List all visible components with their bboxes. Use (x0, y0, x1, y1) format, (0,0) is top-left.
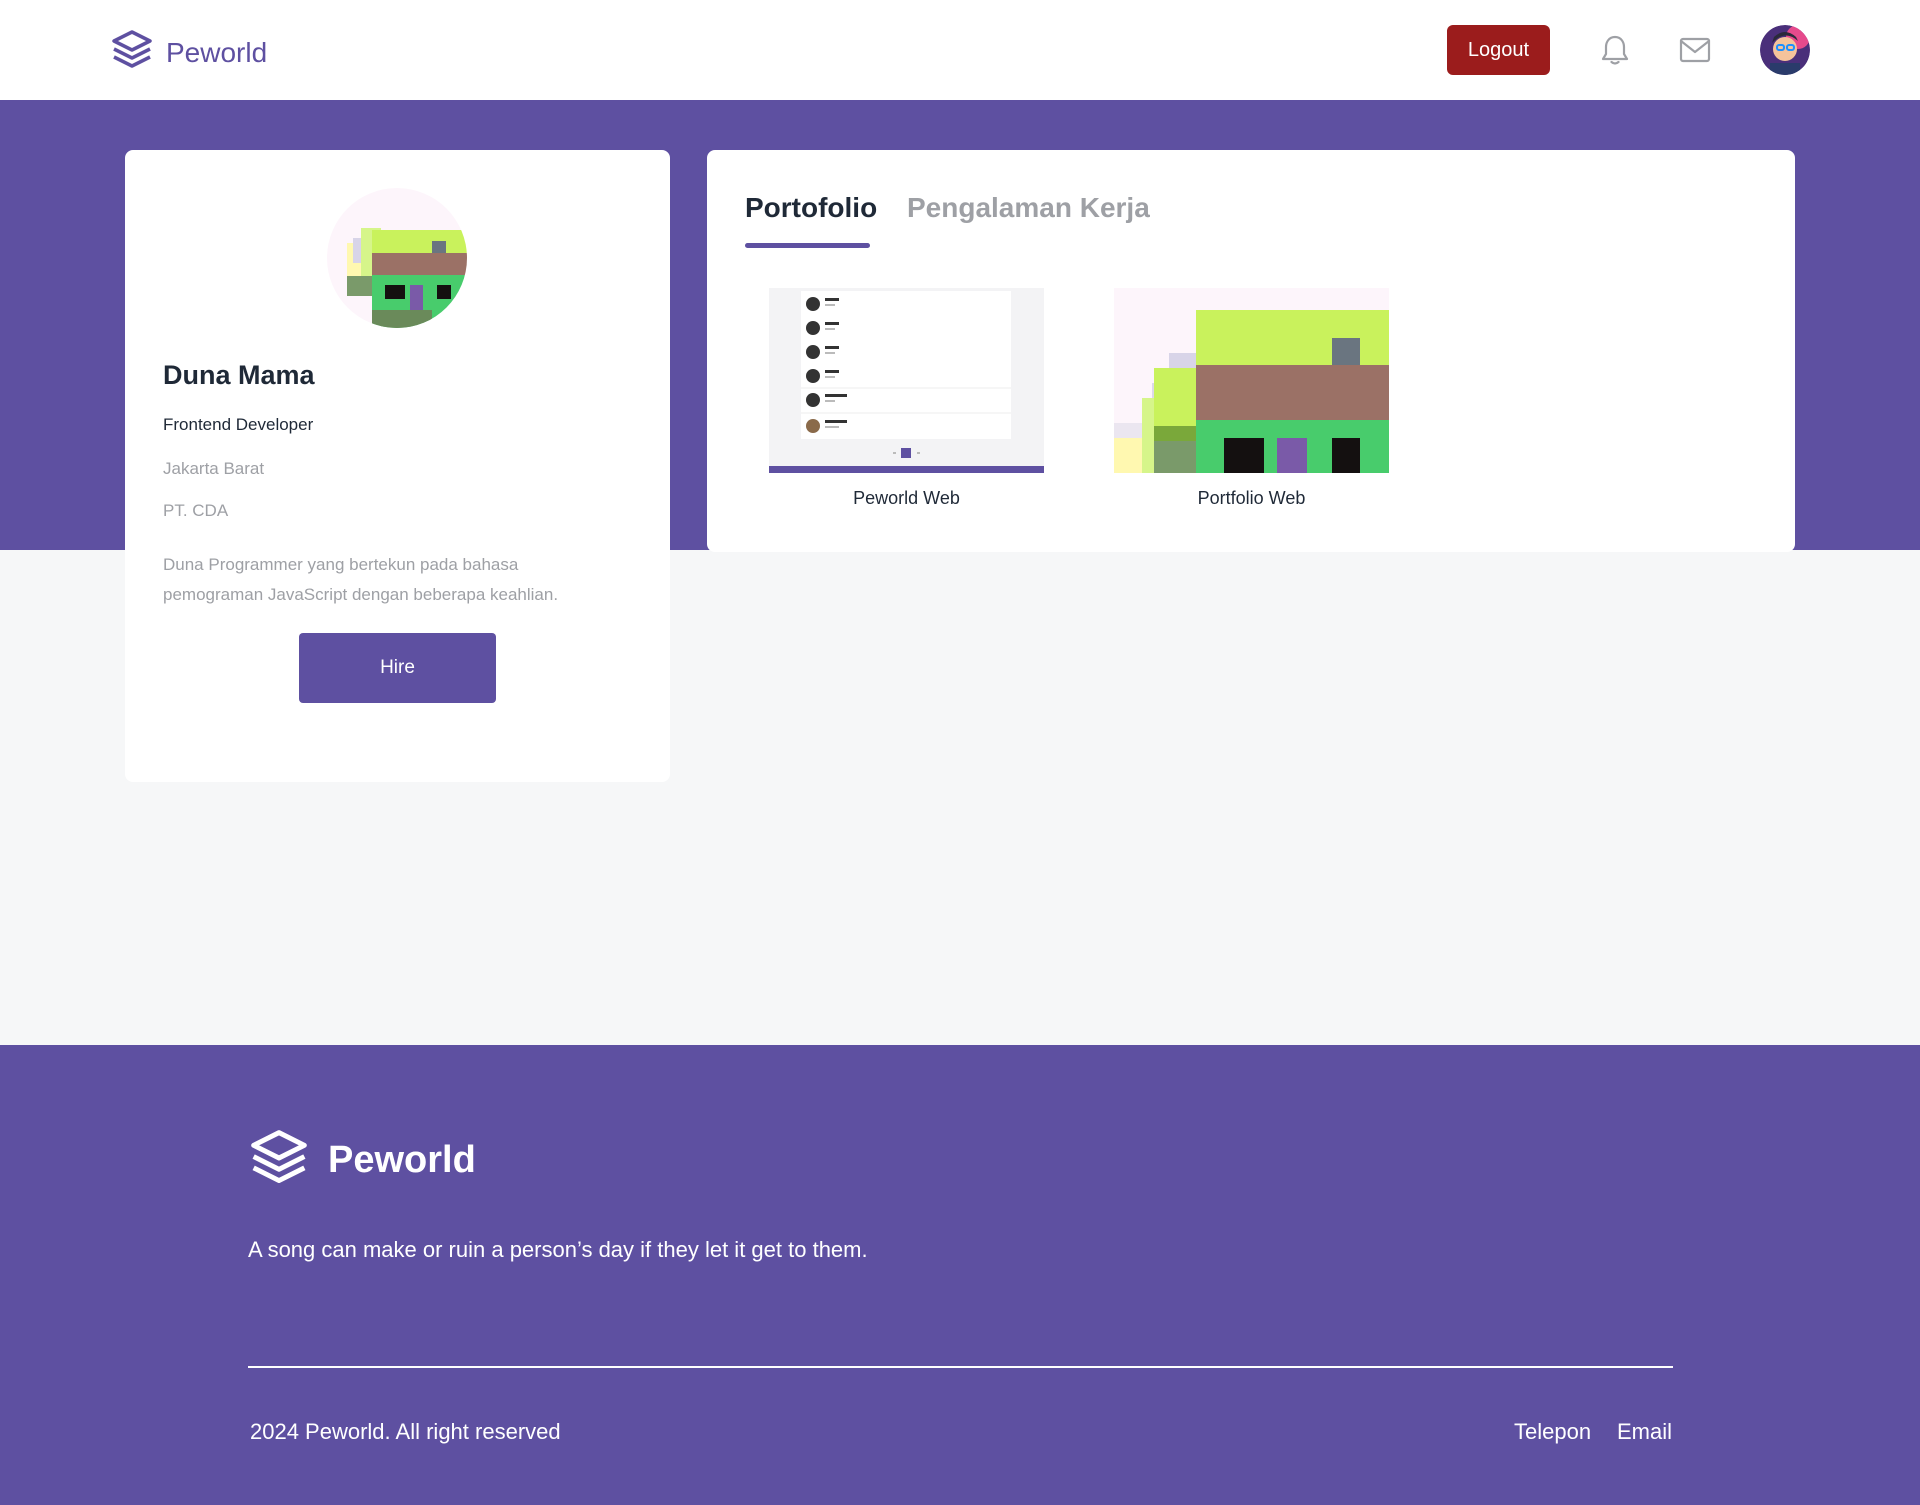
profile-name: Duna Mama (163, 360, 315, 390)
user-avatar[interactable] (1760, 25, 1810, 75)
footer-tagline: A song can make or ruin a person’s day i… (248, 1237, 868, 1262)
mail-icon[interactable] (1675, 30, 1715, 70)
brand-name: Peworld (166, 36, 268, 68)
footer-email-link[interactable]: Email (1617, 1419, 1672, 1445)
portfolio-item[interactable]: Peworld Web (769, 288, 1044, 509)
brand-link[interactable]: Peworld (110, 28, 267, 77)
portfolio-thumbnail (1114, 288, 1389, 473)
logo-icon (248, 1127, 310, 1194)
footer-copyright: 2024 Peworld. All right reserved (250, 1419, 561, 1444)
profile-photo (327, 188, 467, 328)
footer-phone-link[interactable]: Telepon (1514, 1419, 1591, 1445)
portfolio-card: Portofolio Pengalaman Kerja Peworld Web … (707, 150, 1795, 552)
active-tab-indicator (745, 243, 870, 248)
profile-location: Jakarta Barat (163, 459, 265, 478)
profile-card: Duna Mama Frontend Developer Jakarta Bar… (125, 150, 670, 782)
profile-role: Frontend Developer (163, 415, 314, 434)
tab-work-experience[interactable]: Pengalaman Kerja (907, 192, 1150, 224)
profile-description: Duna Programmer yang bertekun pada bahas… (163, 555, 559, 604)
logout-button[interactable]: Logout (1447, 25, 1550, 75)
portfolio-title: Peworld Web (853, 488, 960, 508)
logo-icon (110, 28, 154, 77)
portfolio-title: Portfolio Web (1197, 488, 1306, 508)
profile-company: PT. CDA (163, 501, 229, 520)
bell-icon[interactable] (1595, 30, 1635, 70)
footer-brand: Peworld (248, 1127, 476, 1194)
hire-button[interactable]: Hire (299, 633, 496, 703)
footer: Peworld A song can make or ruin a person… (0, 1045, 1920, 1505)
footer-divider (248, 1366, 1673, 1368)
footer-brand-name: Peworld (328, 1139, 476, 1181)
tab-portfolio[interactable]: Portofolio (745, 192, 877, 224)
portfolio-item[interactable]: Portfolio Web (1114, 288, 1389, 509)
portfolio-thumbnail (769, 288, 1044, 473)
navbar: Peworld Logout (0, 0, 1920, 100)
